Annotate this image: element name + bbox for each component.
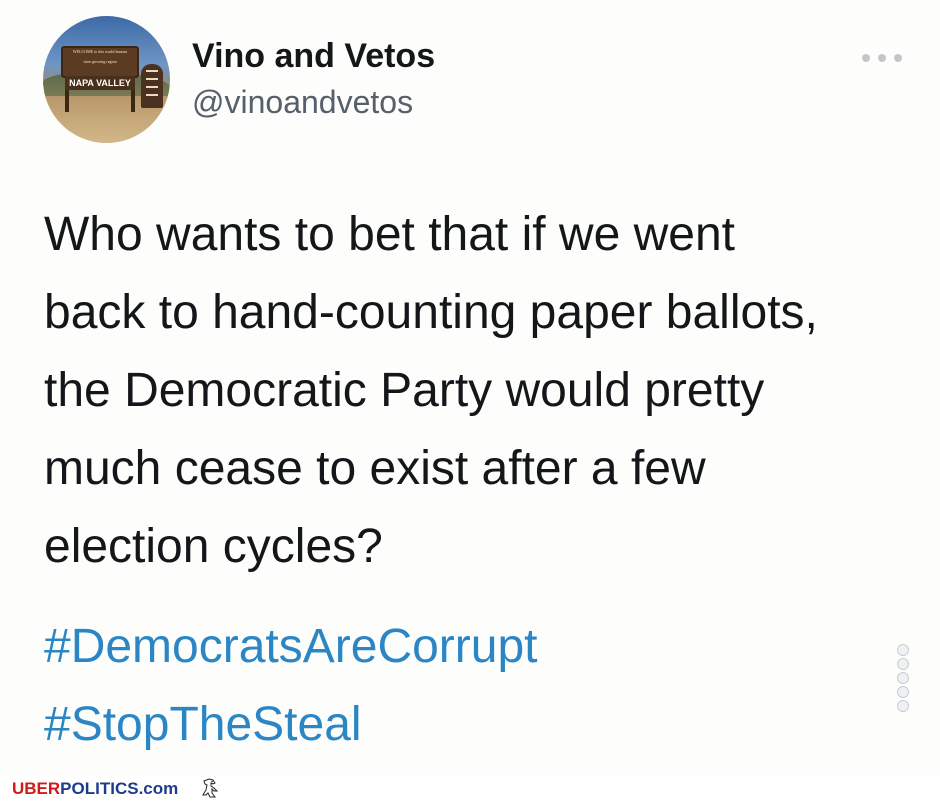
avatar-sign-line-1: WELCOME to this world famous (72, 49, 128, 54)
hashtag-stop-the-steal[interactable]: #StopTheSteal (44, 686, 744, 764)
share-icons (897, 644, 909, 714)
avatar-sign-main: NAPA VALLEY (65, 76, 135, 90)
brand-part-uber: UBER (12, 779, 61, 798)
watermark-footer: UBERPOLITICS.com (0, 775, 940, 801)
avatar-sign-line-2: wine growing region (83, 59, 117, 64)
user-handle[interactable]: @vinoandvetos (192, 84, 413, 121)
brand-part-politics: POLITICS.com (60, 779, 179, 798)
display-name[interactable]: Vino and Vetos (192, 37, 435, 76)
reddit-icon[interactable] (897, 686, 909, 698)
eagle-icon (202, 778, 219, 798)
more-dots-icon[interactable] (862, 48, 902, 68)
facebook-icon[interactable] (897, 644, 909, 656)
avatar-side-sign (141, 64, 163, 108)
twitter-icon[interactable] (897, 658, 909, 670)
pinterest-icon[interactable] (897, 672, 909, 684)
hashtag-democrats-are-corrupt[interactable]: #DemocratsAreCorrupt (44, 608, 744, 686)
hashtag-list: #DemocratsAreCorrupt #StopTheSteal (44, 608, 744, 764)
avatar[interactable]: WELCOME to this world famous wine growin… (43, 16, 170, 143)
tweet-text: Who wants to bet that if we went back to… (44, 208, 818, 573)
watermark-brand[interactable]: UBERPOLITICS.com (12, 779, 178, 799)
email-icon[interactable] (897, 700, 909, 712)
tweet-card: WELCOME to this world famous wine growin… (0, 0, 940, 775)
